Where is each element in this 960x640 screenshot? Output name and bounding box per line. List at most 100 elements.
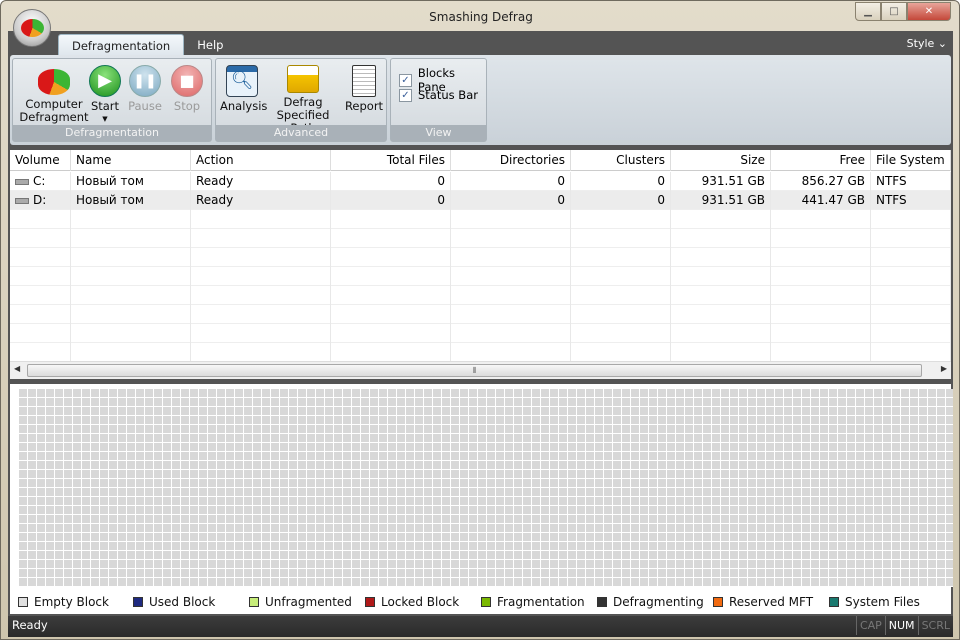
empty-cell <box>10 229 71 248</box>
legend-item: Locked Block <box>365 595 459 609</box>
cell-action: Ready <box>191 172 331 191</box>
horizontal-scrollbar[interactable]: ◀ ⦀ ▶ <box>10 361 951 379</box>
cell-file-system: NTFS <box>871 191 951 210</box>
legend-label: Fragmentation <box>497 595 585 609</box>
empty-cell <box>191 305 331 324</box>
cell-free: 441.47 GB <box>771 191 871 210</box>
volume-letter: C: <box>33 174 46 188</box>
swatch-used-block <box>133 597 143 607</box>
column-header-size[interactable]: Size <box>671 150 771 171</box>
empty-cell <box>71 267 191 286</box>
legend-item: Fragmentation <box>481 595 585 609</box>
style-menu[interactable]: Style ⌄ <box>907 37 947 50</box>
num-indicator: NUM <box>884 616 918 635</box>
empty-cell <box>10 305 71 324</box>
empty-cell <box>671 267 771 286</box>
empty-row <box>10 248 951 267</box>
legend-item: Used Block <box>133 595 215 609</box>
empty-cell <box>331 248 451 267</box>
minimize-button[interactable]: ▁ <box>855 2 881 21</box>
column-header-clusters[interactable]: Clusters <box>571 150 671 171</box>
empty-row <box>10 305 951 324</box>
empty-cell <box>10 286 71 305</box>
table-row[interactable]: C: Новый том Ready 0 0 0 931.51 GB 856.2… <box>10 172 951 191</box>
cell-free: 856.27 GB <box>771 172 871 191</box>
empty-cell <box>451 343 571 362</box>
column-header-total-files[interactable]: Total Files <box>331 150 451 171</box>
cell-volume: D: <box>10 191 71 210</box>
legend-item: Empty Block <box>18 595 109 609</box>
swatch-unfragmented <box>249 597 259 607</box>
empty-cell <box>331 267 451 286</box>
checkmark-icon: ✓ <box>399 73 412 87</box>
button-label: Start <box>90 99 120 113</box>
cell-clusters: 0 <box>571 172 671 191</box>
empty-row <box>10 343 951 362</box>
column-header-free[interactable]: Free <box>771 150 871 171</box>
table-row[interactable]: D: Новый том Ready 0 0 0 931.51 GB 441.4… <box>10 191 951 210</box>
empty-cell <box>451 210 571 229</box>
legend: Empty Block Used Block Unfragmented Lock… <box>18 595 943 611</box>
legend-label: System Files <box>845 595 920 609</box>
empty-cell <box>331 286 451 305</box>
empty-cell <box>671 248 771 267</box>
empty-cell <box>451 305 571 324</box>
status-bar: Ready CAP NUM SCRL <box>8 616 953 637</box>
column-header-file-system[interactable]: File System <box>871 150 951 171</box>
empty-cell <box>671 210 771 229</box>
empty-cell <box>771 267 871 286</box>
column-header-volume[interactable]: Volume <box>10 150 71 171</box>
empty-cell <box>571 229 671 248</box>
cell-total-files: 0 <box>331 172 451 191</box>
tab-help[interactable]: Help <box>184 34 236 56</box>
scrollbar-thumb[interactable]: ⦀ <box>27 364 922 377</box>
tab-defragmentation[interactable]: Defragmentation <box>58 34 185 56</box>
swatch-empty-block <box>18 597 28 607</box>
group-label: Advanced <box>216 125 386 141</box>
empty-cell <box>71 286 191 305</box>
empty-cell <box>71 210 191 229</box>
column-header-action[interactable]: Action <box>191 150 331 171</box>
empty-cell <box>771 248 871 267</box>
column-header-name[interactable]: Name <box>71 150 191 171</box>
drive-icon <box>15 198 29 204</box>
volumes-table: Volume Name Action Total Files Directori… <box>10 150 951 379</box>
empty-cell <box>571 248 671 267</box>
pause-button[interactable]: ❚❚ Pause <box>127 65 163 113</box>
empty-cell <box>191 324 331 343</box>
legend-label: Reserved MFT <box>729 595 814 609</box>
checkmark-icon: ✓ <box>399 88 412 102</box>
empty-cell <box>571 305 671 324</box>
empty-cell <box>771 210 871 229</box>
legend-label: Unfragmented <box>265 595 352 609</box>
empty-cell <box>571 286 671 305</box>
empty-cell <box>71 229 191 248</box>
report-button[interactable]: Report <box>342 65 386 113</box>
swatch-system-files <box>829 597 839 607</box>
app-menu-orb[interactable] <box>13 9 51 47</box>
window-title: Smashing Defrag <box>429 10 533 24</box>
computer-defragment-button[interactable]: Computer Defragment <box>19 65 89 124</box>
group-advanced: 🔍︎ Analysis Defrag Specified Path Report… <box>215 58 387 142</box>
maximize-button[interactable]: □ <box>881 2 907 21</box>
start-button[interactable]: ▶ Start ▼ <box>87 65 123 126</box>
close-button[interactable]: ✕ <box>907 2 951 21</box>
stop-button[interactable]: ■ Stop <box>169 65 205 113</box>
empty-cell <box>671 305 771 324</box>
column-header-directories[interactable]: Directories <box>451 150 571 171</box>
scroll-right-icon[interactable]: ▶ <box>941 364 947 373</box>
group-defragmentation: Computer Defragment ▶ Start ▼ ❚❚ Pause ■ … <box>12 58 212 142</box>
swatch-fragmentation <box>481 597 491 607</box>
empty-cell <box>671 229 771 248</box>
scroll-left-icon[interactable]: ◀ <box>14 364 20 373</box>
empty-cell <box>571 210 671 229</box>
button-label: Pause <box>128 99 162 113</box>
analysis-button[interactable]: 🔍︎ Analysis <box>220 65 267 113</box>
empty-row <box>10 210 951 229</box>
empty-cell <box>871 210 951 229</box>
cell-clusters: 0 <box>571 191 671 210</box>
status-bar-checkbox[interactable]: ✓ Status Bar <box>399 88 478 102</box>
empty-cell <box>191 267 331 286</box>
empty-cell <box>871 267 951 286</box>
empty-cell <box>10 267 71 286</box>
